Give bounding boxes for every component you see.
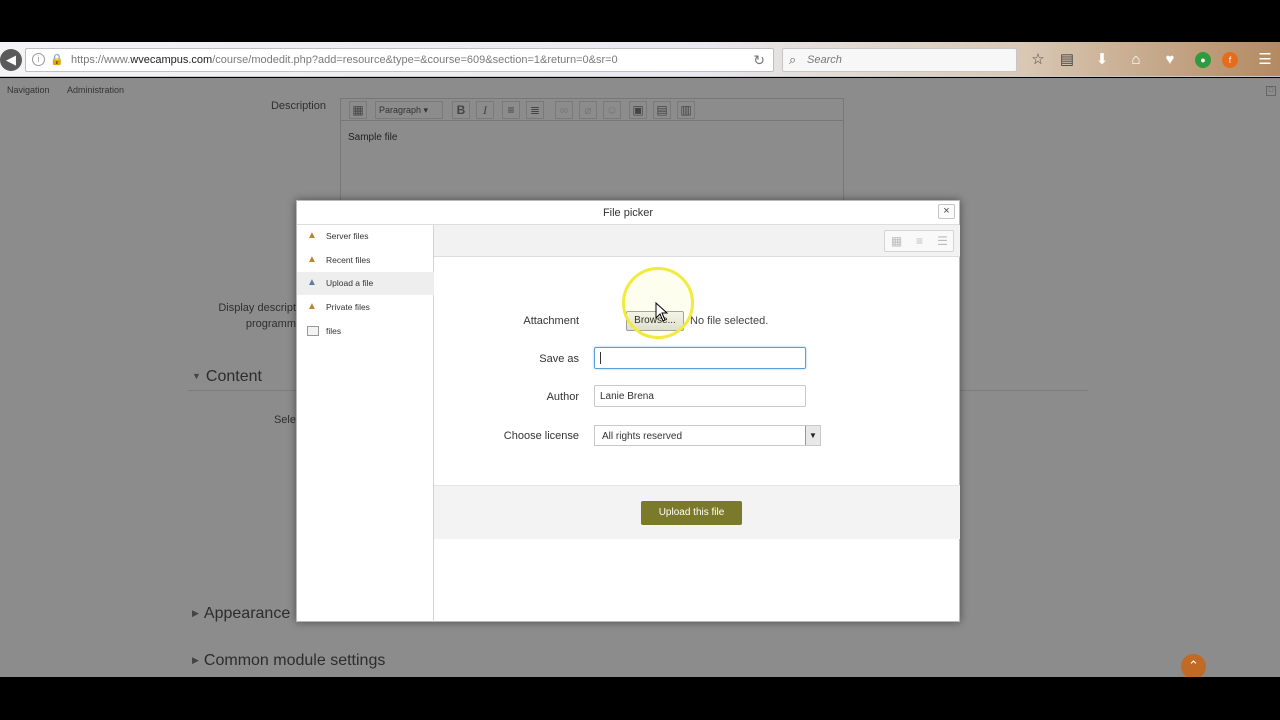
repo-label: files [326, 326, 342, 336]
select-files-label: Sele [273, 414, 296, 426]
no-file-text: No file selected. [690, 315, 769, 327]
server-files-icon: ▲ [307, 230, 317, 241]
common-module-section-header[interactable]: ▶ Common module settings [192, 652, 385, 670]
file-picker-toolbar: ▦ ≡ ☰ [434, 225, 960, 257]
home-icon[interactable]: ⌂ [1126, 50, 1146, 70]
content-section-header[interactable]: ▼ Content [192, 368, 262, 386]
license-value: All rights reserved [602, 431, 683, 442]
private-files-icon: ▲ [307, 301, 317, 312]
files-icon [307, 326, 319, 336]
expanded-caret-icon: ▼ [192, 371, 201, 381]
dialog-title: File picker [602, 207, 654, 219]
text-caret [600, 352, 601, 364]
url-domain: wvecampus.com [130, 54, 213, 66]
repo-recent-files[interactable]: ▲ Recent files [297, 249, 434, 272]
repo-label: Private files [326, 302, 370, 312]
editor-content: Sample file [348, 132, 398, 143]
repo-files[interactable]: files [297, 320, 434, 343]
url-prefix: https://www. [71, 54, 131, 66]
pocket-icon[interactable]: ♥ [1160, 50, 1180, 70]
repo-server-files[interactable]: ▲ Server files [297, 225, 434, 248]
nav-link-administration[interactable]: Administration [67, 85, 124, 95]
screen: ◀ i 🔒 https://www.wvecampus.com/course/m… [0, 0, 1280, 720]
display-description-label-2: programm [245, 318, 296, 330]
icon-view-icon[interactable]: ▦ [885, 234, 908, 248]
numbered-list-icon[interactable]: ≣ [526, 101, 544, 119]
paragraph-select[interactable]: Paragraph ▾ [375, 101, 443, 119]
mouse-cursor-icon [655, 302, 669, 322]
url-bar[interactable]: i 🔒 https://www.wvecampus.com/course/mod… [25, 48, 774, 72]
bullet-list-icon[interactable]: ≡ [502, 101, 520, 119]
emoticon-icon[interactable]: ☺ [603, 101, 621, 119]
bookmark-star-icon[interactable]: ☆ [1028, 50, 1048, 70]
breadcrumb: Navigation Administration [0, 78, 1280, 100]
search-bar[interactable]: ⌕ Search [782, 48, 1017, 72]
appearance-section-header[interactable]: ▶ Appearance [192, 605, 290, 623]
url-text: https://www.wvecampus.com/course/modedit… [71, 54, 618, 66]
link-icon[interactable]: ∞ [555, 101, 573, 119]
repo-label: Upload a file [326, 278, 374, 288]
unlink-icon[interactable]: ⌀ [579, 101, 597, 119]
attachment-label: Attachment [523, 315, 579, 327]
repo-label: Server files [326, 231, 369, 241]
recent-files-icon: ▲ [307, 254, 317, 265]
search-icon: ⌕ [789, 52, 797, 67]
scroll-to-top-icon[interactable]: ⌃ [1181, 654, 1206, 677]
file-picker-dialog: File picker × ▲ Server files ▲ Recent fi… [296, 200, 960, 622]
repo-private-files[interactable]: ▲ Private files [297, 296, 434, 319]
bold-icon[interactable]: B [452, 101, 470, 119]
reload-icon[interactable]: ↻ [753, 52, 765, 69]
upload-file-button[interactable]: Upload this file [641, 501, 742, 525]
close-icon[interactable]: × [938, 204, 955, 219]
media-icon[interactable]: ▤ [653, 101, 671, 119]
display-description-label-1: Display descript [218, 302, 296, 314]
common-module-section-title: Common module settings [203, 652, 386, 669]
license-label: Choose license [503, 430, 579, 442]
collapsed-caret-icon: ▶ [192, 608, 199, 618]
image-icon[interactable]: ▣ [629, 101, 647, 119]
extension-orange-icon[interactable]: f [1222, 52, 1238, 68]
download-icon[interactable]: ⬇ [1092, 50, 1112, 70]
upload-file-icon: ▲ [307, 277, 317, 288]
author-input[interactable]: Lanie Brena [594, 385, 806, 407]
content-section-title: Content [205, 368, 262, 385]
repo-upload-file[interactable]: ▲ Upload a file [297, 272, 434, 295]
nav-link-navigation[interactable]: Navigation [7, 85, 50, 95]
search-placeholder: Search [807, 54, 842, 66]
upload-form: Attachment Browse... No file selected. S… [434, 257, 960, 623]
back-button[interactable]: ◀ [0, 49, 22, 71]
description-label: Description [270, 100, 326, 112]
tree-view-icon[interactable]: ☰ [931, 234, 954, 248]
editor-toolbar: ▦ Paragraph ▾ B I ≡ ≣ ∞ ⌀ ☺ ▣ ▤ ▥ [341, 99, 843, 121]
upload-footer: Upload this file [434, 485, 960, 539]
block-toggle-icon[interactable]: □ [1266, 86, 1276, 96]
repo-label: Recent files [326, 255, 371, 265]
lock-icon: 🔒 [50, 54, 64, 66]
manage-files-icon[interactable]: ▥ [677, 101, 695, 119]
repository-list: ▲ Server files ▲ Recent files ▲ Upload a… [297, 225, 434, 622]
extension-green-icon[interactable]: ● [1195, 52, 1211, 68]
paragraph-label: Paragraph [379, 105, 422, 115]
dialog-header: File picker × [297, 201, 959, 225]
view-switcher: ▦ ≡ ☰ [884, 230, 954, 252]
collapsed-caret-icon: ▶ [192, 655, 199, 665]
dropdown-arrow-icon[interactable]: ▼ [805, 426, 820, 445]
list-view-icon[interactable]: ≡ [908, 234, 931, 248]
url-path: /course/modedit.php?add=resource&type=&c… [212, 54, 618, 66]
menu-icon[interactable]: ☰ [1255, 50, 1275, 70]
reading-list-icon[interactable]: ▤ [1057, 50, 1077, 70]
appearance-section-title: Appearance [203, 605, 291, 622]
author-label: Author [546, 391, 579, 403]
italic-icon[interactable]: I [476, 101, 494, 119]
save-as-label: Save as [539, 353, 579, 365]
license-select[interactable]: All rights reserved ▼ [594, 425, 821, 446]
toolbar-toggle-icon[interactable]: ▦ [349, 101, 367, 119]
description-editor[interactable]: ▦ Paragraph ▾ B I ≡ ≣ ∞ ⌀ ☺ ▣ ▤ ▥ Sample… [340, 98, 844, 202]
save-as-input[interactable] [594, 347, 806, 369]
browser-toolbar: ◀ i 🔒 https://www.wvecampus.com/course/m… [0, 42, 1280, 77]
site-info-icon[interactable]: i [32, 53, 45, 66]
